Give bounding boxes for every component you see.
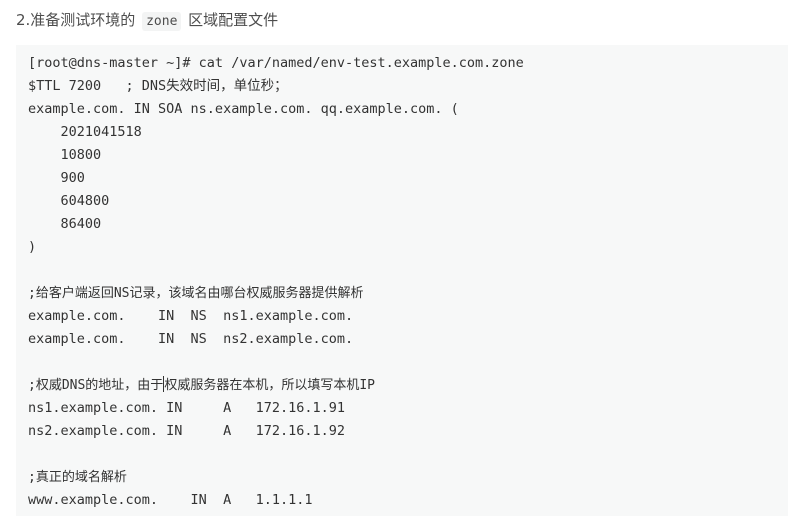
code-line-www-record: www.example.com. IN A 1.1.1.1: [28, 492, 313, 508]
code-line-expire: 604800: [28, 193, 110, 209]
authority-comment-before-cursor: ;权威DNS的地址，由于: [28, 378, 164, 393]
code-line-ttl: $TTL 7200 ; DNS失效时间，单位秒；: [28, 78, 288, 94]
heading-prefix: 2.准备测试环境的: [16, 11, 141, 29]
authority-comment-after-cursor: 权威服务器在本机，所以填写本机IP: [164, 378, 375, 393]
code-line-minimum: 86400: [28, 216, 102, 232]
code-line-command: [root@dns-master ~]# cat /var/named/env-…: [28, 55, 524, 71]
code-line-ns1-record: example.com. IN NS ns1.example.com.: [28, 308, 354, 324]
section-heading: 2.准备测试环境的 zone 区域配置文件: [16, 9, 278, 33]
code-line-ns2-a-record: ns2.example.com. IN A 172.16.1.92: [28, 423, 345, 439]
code-line-ns-comment: ;给客户端返回NS记录，该域名由哪台权威服务器提供解析: [28, 286, 364, 301]
heading-suffix: 区域配置文件: [183, 11, 279, 29]
code-line-soa: example.com. IN SOA ns.example.com. qq.e…: [28, 101, 459, 117]
code-line-serial: 2021041518: [28, 124, 142, 140]
code-line-refresh: 10800: [28, 147, 102, 163]
code-line-ns2-record: example.com. IN NS ns2.example.com.: [28, 331, 354, 347]
code-line-resolve-comment: ;真正的域名解析: [28, 470, 127, 485]
code-line-retry: 900: [28, 170, 85, 186]
code-block[interactable]: [root@dns-master ~]# cat /var/named/env-…: [16, 45, 788, 516]
code-line-close-paren: ): [28, 239, 37, 255]
code-line-authority-comment: ;权威DNS的地址，由于权威服务器在本机，所以填写本机IP: [28, 374, 788, 397]
heading-inline-code: zone: [142, 12, 182, 31]
code-line-ns1-a-record: ns1.example.com. IN A 172.16.1.91: [28, 400, 345, 416]
